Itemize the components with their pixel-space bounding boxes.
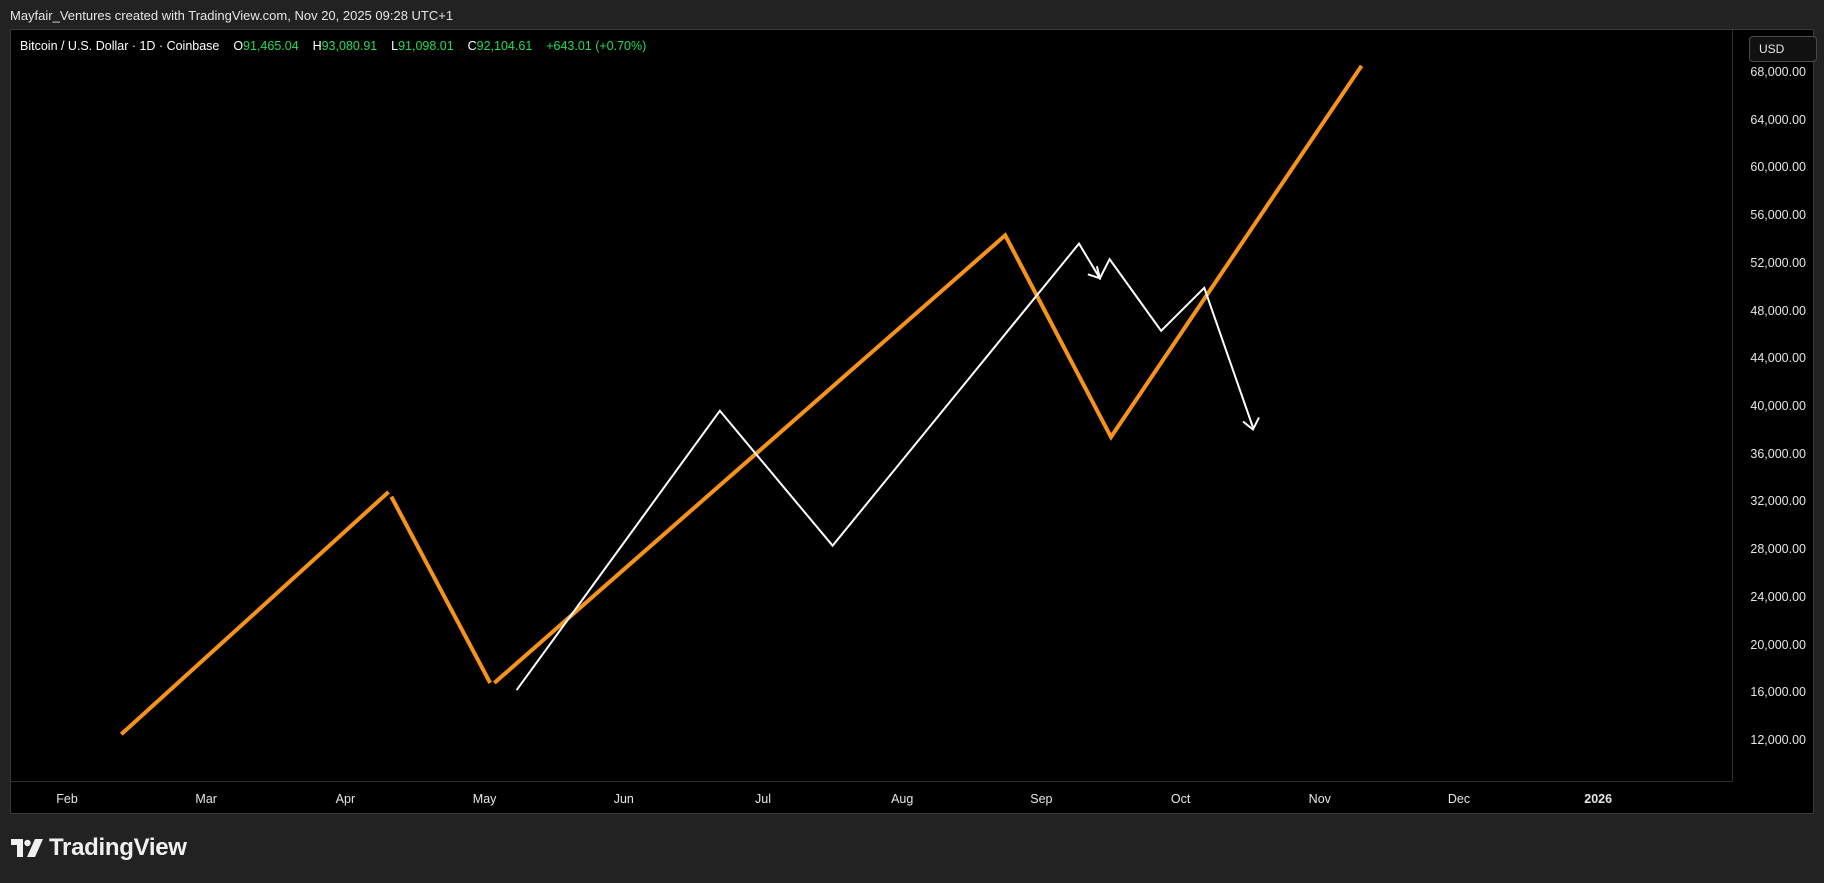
time-axis[interactable]: Feb Mar Apr May Jun Jul Aug Sep Oct Nov Dec 2026 <box>11 782 1733 815</box>
close-label: C <box>467 39 477 53</box>
price-tick-label: 36,000.00 <box>1750 446 1806 461</box>
time-tick-label: Feb <box>56 792 78 806</box>
chart-caption: Mayfair_Ventures created with TradingVie… <box>10 8 454 23</box>
price-tick-label: 48,000.00 <box>1750 303 1806 318</box>
open-value: 91,465.04 <box>243 39 299 53</box>
time-tick-label: Mar <box>195 792 217 806</box>
change-value: +643.01 (+0.70%) <box>546 39 647 53</box>
close-value: 92,104.61 <box>476 39 533 53</box>
projection-line-0[interactable] <box>119 490 390 736</box>
price-tick-label: 20,000.00 <box>1750 637 1806 652</box>
time-tick-label: Oct <box>1170 792 1191 806</box>
price-tick-label: 32,000.00 <box>1750 494 1806 509</box>
price-tick-label: 68,000.00 <box>1750 64 1806 79</box>
projection-line-2[interactable] <box>493 64 1364 685</box>
high-value: 93,080.91 <box>321 39 378 53</box>
price-chart-svg <box>119 64 1364 736</box>
price-tick-label: 52,000.00 <box>1750 255 1806 270</box>
high-label: H <box>312 39 322 53</box>
time-tick-label: Dec <box>1447 792 1471 806</box>
price-tick-label: 64,000.00 <box>1750 112 1806 127</box>
low-value: 91,098.01 <box>398 39 454 53</box>
currency-button[interactable]: USD <box>1749 36 1817 62</box>
time-tick-label: Jun <box>613 792 634 806</box>
price-tick-label: 60,000.00 <box>1750 160 1806 175</box>
time-tick-label: Sep <box>1030 792 1053 806</box>
price-path-line[interactable] <box>515 241 1254 691</box>
brand-name: TradingView <box>49 834 187 861</box>
chart-frame: Bitcoin / U.S. Dollar · 1D · Coinbase O9… <box>10 29 1817 815</box>
price-tick-label: 40,000.00 <box>1750 399 1806 413</box>
price-tick-label: 44,000.00 <box>1750 351 1806 366</box>
tradingview-logo: TradingView <box>11 834 187 862</box>
time-tick-label: May <box>472 792 497 806</box>
price-tick-label: 16,000.00 <box>1750 685 1806 700</box>
symbol-legend: Bitcoin / U.S. Dollar · 1D · Coinbase O9… <box>20 39 646 53</box>
time-tick-label: Jul <box>755 792 771 806</box>
symbol-title: Bitcoin / U.S. Dollar · 1D · Coinbase <box>20 39 220 53</box>
axis-corner <box>1733 782 1815 815</box>
open-label: O <box>233 39 244 53</box>
tradingview-logo-icon <box>11 839 43 857</box>
plot-area[interactable]: Bitcoin / U.S. Dollar · 1D · Coinbase O9… <box>11 30 1733 782</box>
price-tick-label: 56,000.00 <box>1750 208 1806 223</box>
price-tick-label: 28,000.00 <box>1750 542 1806 557</box>
projection-line-1[interactable] <box>389 495 492 684</box>
time-tick-label: Apr <box>335 792 356 806</box>
time-tick-label: Aug <box>891 792 914 806</box>
price-tick-label: 12,000.00 <box>1750 733 1806 748</box>
time-tick-label: 2026 <box>1584 792 1613 806</box>
time-tick-label: Nov <box>1308 792 1331 806</box>
price-axis[interactable]: 68,000.00 64,000.00 60,000.00 56,000.00 52,0… <box>1733 30 1815 782</box>
price-tick-label: 24,000.00 <box>1750 589 1806 604</box>
